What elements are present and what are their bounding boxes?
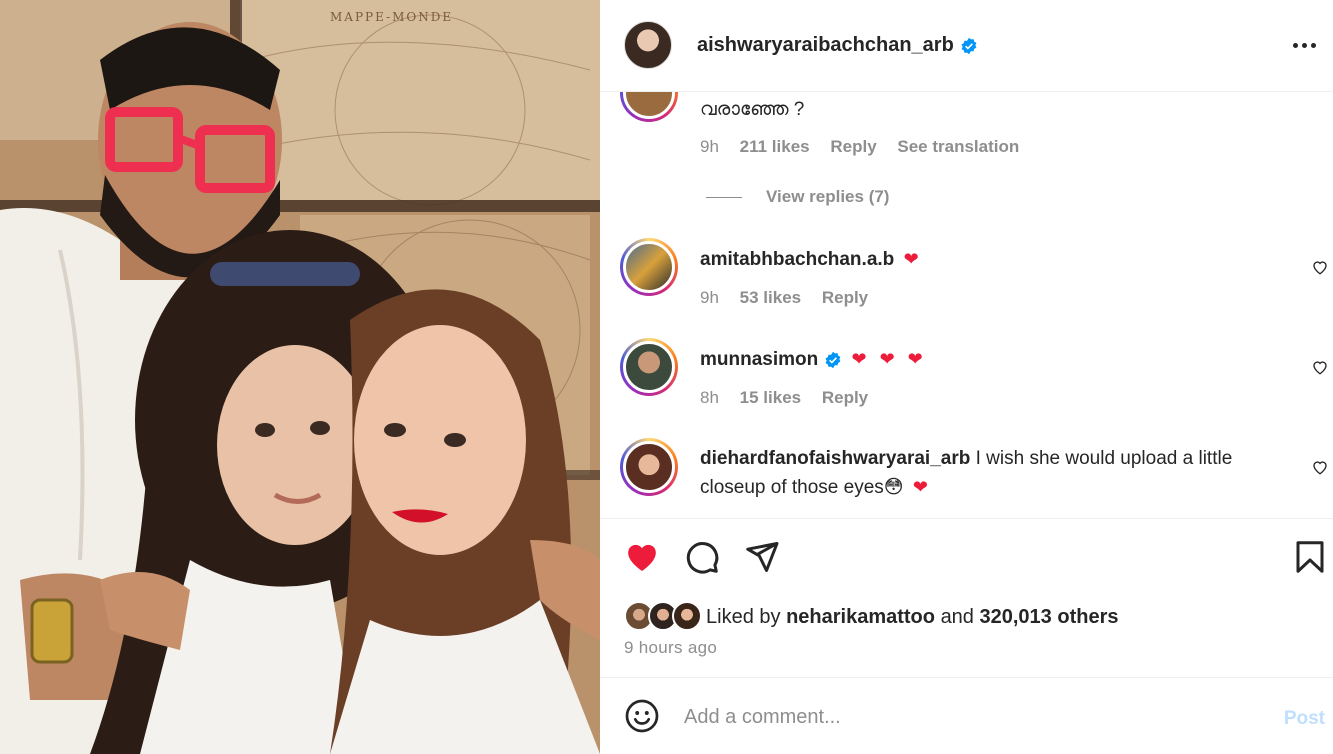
author-username-row: aishwaryaraibachchan_arb <box>697 34 978 57</box>
post-timestamp[interactable]: 9 hours ago <box>624 638 717 658</box>
post-photo[interactable]: MAPPE-MONDE <box>0 0 600 754</box>
more-options-button[interactable] <box>1289 30 1319 60</box>
comment-avatar[interactable] <box>620 338 678 396</box>
comment-icon <box>686 542 719 574</box>
reply-button[interactable]: Reply <box>822 388 868 407</box>
photo-illustration <box>0 0 600 754</box>
post-actions: Liked by neharikamattoo and 320,013 othe… <box>600 518 1333 678</box>
author-username[interactable]: aishwaryaraibachchan_arb <box>697 34 954 56</box>
post-panel: aishwaryaraibachchan_arb വരാഞ്ഞേ ? 9h 21… <box>600 0 1333 754</box>
post-header: aishwaryaraibachchan_arb <box>600 0 1333 92</box>
author-avatar[interactable] <box>624 21 672 69</box>
heart-emoji: ❤ ❤ ❤ <box>851 349 927 369</box>
see-translation-button[interactable]: See translation <box>897 137 1019 156</box>
view-replies-button[interactable]: View replies (7) <box>706 187 889 207</box>
flushed-emoji: 😳 <box>883 477 904 498</box>
comment-body: munnasimon ❤ ❤ ❤ <box>700 345 1280 374</box>
more-icon <box>1292 42 1298 48</box>
share-icon <box>746 542 779 572</box>
small-heart-icon[interactable] <box>1311 458 1329 476</box>
comment-text: വരാഞ്ഞേ ? <box>700 99 805 120</box>
comment-likes[interactable]: 15 likes <box>740 388 801 407</box>
comment-avatar[interactable] <box>620 92 678 122</box>
comments-list[interactable]: വരാഞ്ഞേ ? 9h 211 likes Reply See transla… <box>600 92 1333 518</box>
comment-avatar[interactable] <box>620 238 678 296</box>
heart-emoji: ❤ <box>912 477 932 497</box>
reply-button[interactable]: Reply <box>830 137 876 156</box>
small-heart-icon[interactable] <box>1311 358 1329 376</box>
view-replies-label: View replies (7) <box>766 187 890 206</box>
comment-time: 9h <box>700 137 719 156</box>
comment-username[interactable]: amitabhbachchan.a.b <box>700 249 894 270</box>
heart-icon <box>628 544 656 571</box>
verified-icon <box>961 37 977 54</box>
comment-body: amitabhbachchan.a.b ❤ <box>700 245 1280 274</box>
add-comment-bar: Post <box>600 678 1333 754</box>
heart-emoji: ❤ <box>903 249 923 269</box>
comment-meta: 9h 53 likes Reply <box>700 288 884 308</box>
liked-by-and: and <box>940 605 974 628</box>
save-icon <box>1296 541 1324 573</box>
liked-by-row: Liked by neharikamattoo and 320,013 othe… <box>624 601 1118 633</box>
comment-username[interactable]: diehardfanofaishwaryarai_arb <box>700 448 970 469</box>
map-caption: MAPPE-MONDE <box>330 10 454 24</box>
liker-avatar <box>672 601 702 631</box>
small-heart-icon[interactable] <box>1311 258 1329 276</box>
comment-meta: 8h 15 likes Reply <box>700 388 884 408</box>
liked-by-user[interactable]: neharikamattoo <box>786 606 935 629</box>
comment-button[interactable] <box>684 539 720 575</box>
share-button[interactable] <box>744 539 780 575</box>
like-button[interactable] <box>624 539 660 575</box>
comment-body: വരാഞ്ഞേ ? <box>700 96 1280 124</box>
liked-by-count[interactable]: 320,013 others <box>980 606 1119 629</box>
liker-avatars[interactable] <box>624 601 706 633</box>
reply-button[interactable]: Reply <box>822 288 868 307</box>
replies-divider <box>706 197 742 199</box>
comment-time: 9h <box>700 288 719 307</box>
post-comment-button[interactable]: Post <box>1284 708 1325 730</box>
verified-icon <box>825 351 841 369</box>
comment-likes[interactable]: 53 likes <box>740 288 801 307</box>
emoji-icon[interactable] <box>624 698 660 734</box>
comment-avatar[interactable] <box>620 438 678 496</box>
comment-meta: 9h 211 likes Reply See translation <box>700 137 1035 157</box>
comment-input[interactable] <box>684 700 1244 734</box>
comment-username[interactable]: munnasimon <box>700 349 818 370</box>
save-button[interactable] <box>1292 539 1328 575</box>
comment-time: 8h <box>700 388 719 407</box>
comment-likes[interactable]: 211 likes <box>740 137 810 156</box>
liked-by-prefix: Liked by <box>706 605 781 628</box>
comment-body: diehardfanofaishwaryarai_arb I wish she … <box>700 445 1280 502</box>
